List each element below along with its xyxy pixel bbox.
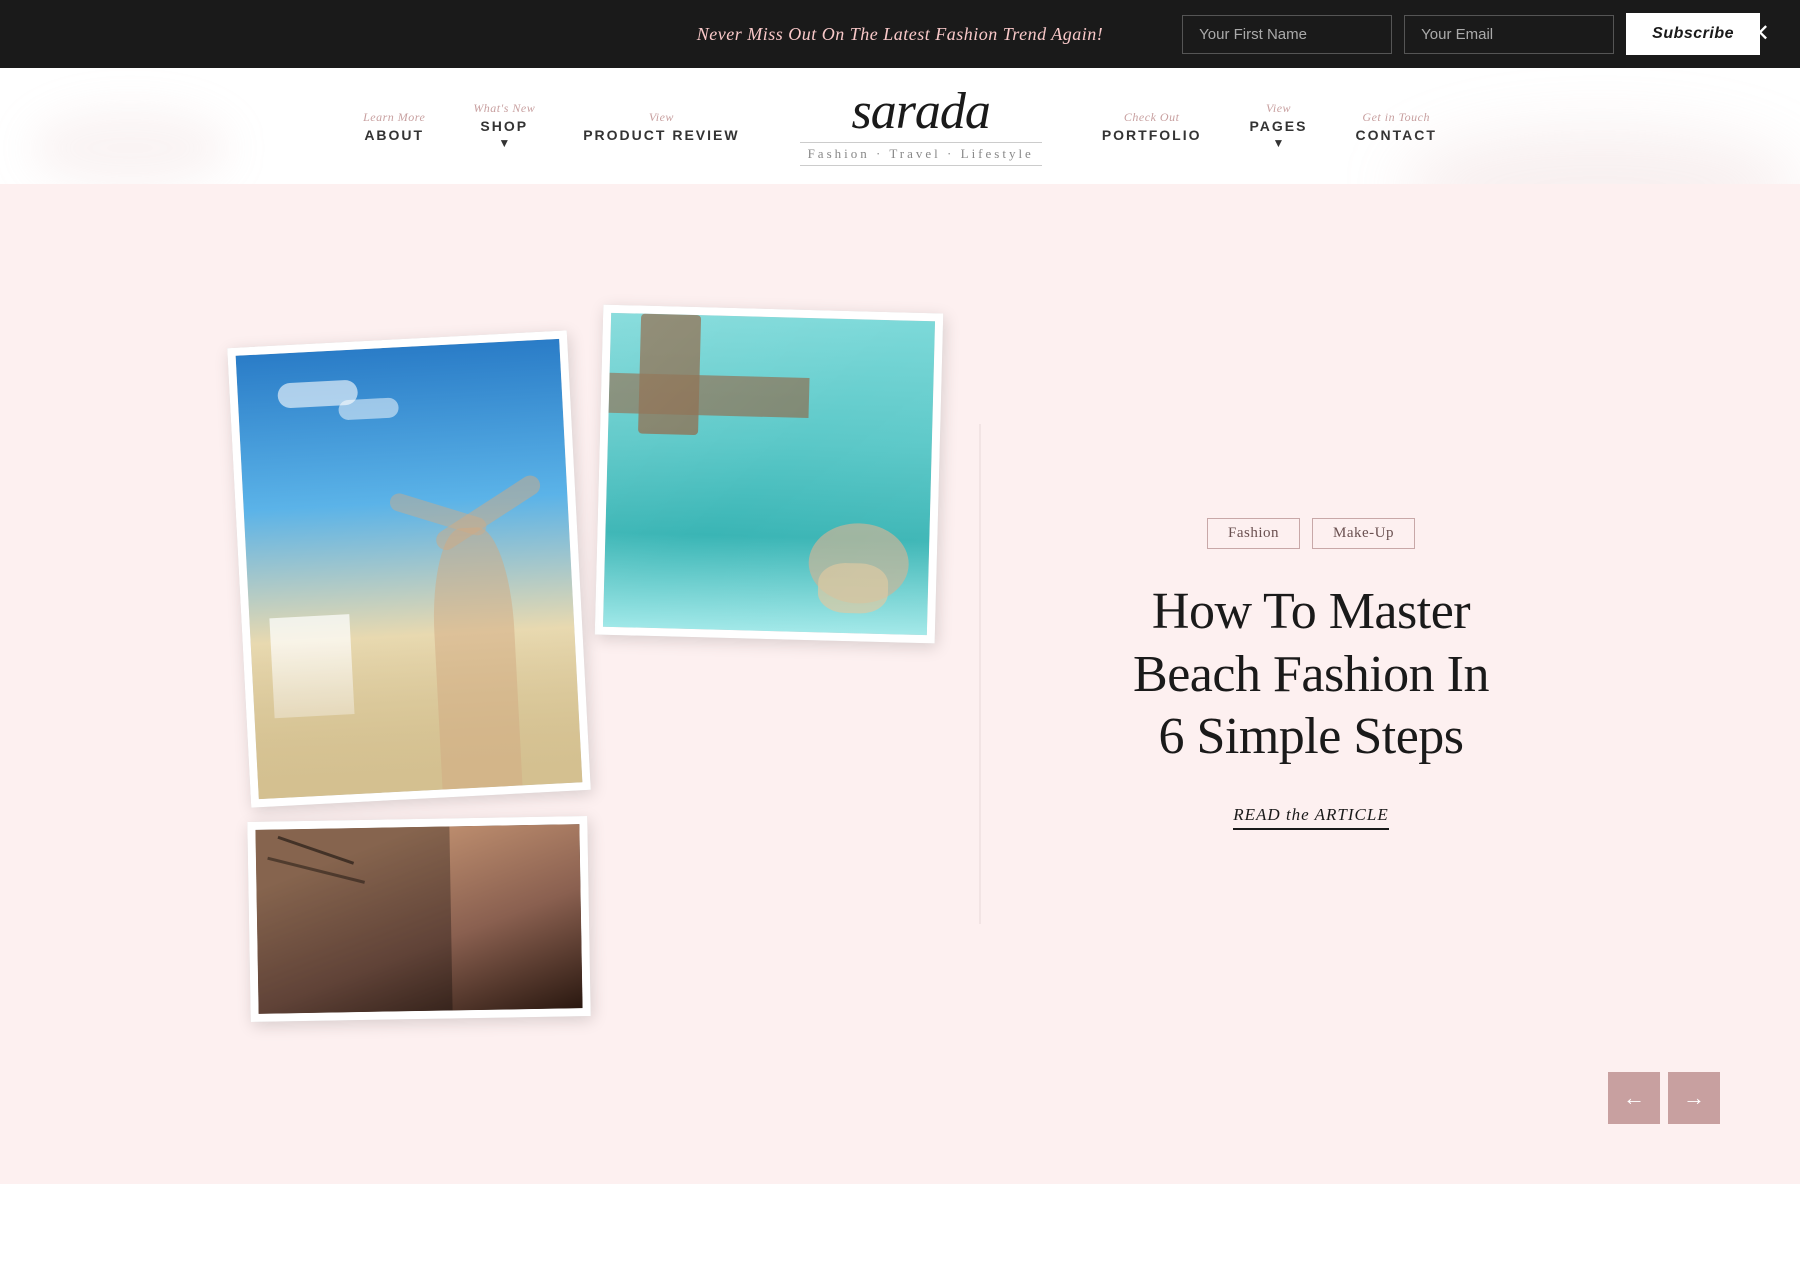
nav-shop-label: SHOP [480, 118, 528, 134]
photo-teal-water [595, 305, 944, 644]
subscribe-button[interactable]: Subscribe [1626, 13, 1760, 55]
email-input[interactable] [1404, 15, 1614, 54]
watercolor-decor-left [30, 108, 230, 188]
logo-text: sarada [851, 86, 989, 138]
top-banner: Never Miss Out On The Latest Fashion Tre… [0, 0, 1800, 68]
banner-form: Subscribe [1182, 13, 1760, 55]
tag-row: Fashion Make-Up [1207, 518, 1415, 549]
nav-pages-label: PAGES [1250, 118, 1308, 134]
nav-left: Learn More ABOUT What's New SHOP ▼ View … [363, 101, 739, 151]
divider [979, 424, 981, 924]
tag-fashion[interactable]: Fashion [1207, 518, 1300, 549]
hero-content: Fashion Make-Up How To Master Beach Fash… [1061, 478, 1561, 869]
nav-about-hint: Learn More [363, 110, 425, 125]
hero-title: How To Master Beach Fashion In 6 Simple … [1121, 581, 1501, 768]
nav-product-hint: View [649, 110, 674, 125]
logo-tagline: Fashion · Travel · Lifestyle [800, 142, 1042, 166]
close-banner-button[interactable]: ✕ [1750, 22, 1770, 46]
nav-about-label: ABOUT [364, 127, 424, 143]
nav-about[interactable]: Learn More ABOUT [363, 110, 425, 143]
nav-shop[interactable]: What's New SHOP ▼ [473, 101, 535, 151]
read-article-link[interactable]: READ the ARTICLE [1233, 805, 1388, 830]
next-arrow-button[interactable]: → [1668, 1072, 1720, 1124]
hero-section: Fashion Make-Up How To Master Beach Fash… [0, 184, 1800, 1184]
carousel-arrows: ← → [1608, 1072, 1720, 1124]
banner-text: Never Miss Out On The Latest Fashion Tre… [697, 24, 1104, 45]
tag-makeup[interactable]: Make-Up [1312, 518, 1415, 549]
nav-contact-label: CONTACT [1355, 127, 1436, 143]
nav-shop-arrow: ▼ [498, 136, 510, 151]
nav-right: Check Out PORTFOLIO View PAGES ▼ Get in … [1102, 101, 1437, 151]
nav-portfolio-hint: Check Out [1124, 110, 1179, 125]
nav-contact[interactable]: Get in Touch CONTACT [1355, 110, 1436, 143]
nav-product-label: PRODUCT REVIEW [583, 127, 739, 143]
nav-portfolio[interactable]: Check Out PORTFOLIO [1102, 110, 1202, 143]
nav-pages-arrow: ▼ [1273, 136, 1285, 151]
nav-contact-hint: Get in Touch [1362, 110, 1430, 125]
first-name-input[interactable] [1182, 15, 1392, 54]
nav-portfolio-label: PORTFOLIO [1102, 127, 1202, 143]
nav-shop-hint: What's New [473, 101, 535, 116]
nav-pages-hint: View [1266, 101, 1291, 116]
photo-beach-main [227, 330, 591, 807]
nav-pages[interactable]: View PAGES ▼ [1250, 101, 1308, 151]
navbar: Learn More ABOUT What's New SHOP ▼ View … [0, 68, 1800, 184]
prev-arrow-button[interactable]: ← [1608, 1072, 1660, 1124]
photo-dark-swim [247, 816, 590, 1022]
photo-collage [239, 309, 959, 1069]
nav-product-review[interactable]: View PRODUCT REVIEW [583, 110, 739, 143]
site-logo[interactable]: sarada Fashion · Travel · Lifestyle [800, 86, 1042, 166]
